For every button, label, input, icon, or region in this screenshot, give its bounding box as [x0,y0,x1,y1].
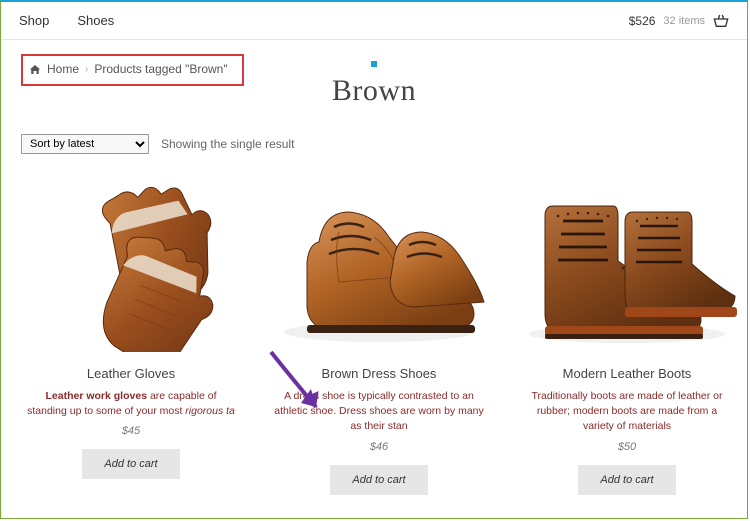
product-price: $50 [517,441,737,453]
title-accent-dot [371,61,377,67]
cart-item-count: 32 items [663,15,705,27]
add-to-cart-button[interactable]: Add to cart [578,465,675,495]
product-description: A dress shoe is typically contrasted to … [269,389,489,435]
product-image[interactable] [517,172,737,352]
nav-shop[interactable]: Shop [19,13,49,28]
product-title[interactable]: Modern Leather Boots [517,366,737,381]
product-price: $46 [269,441,489,453]
header-bar: Shop Shoes $526 32 items [1,2,747,40]
add-to-cart-button[interactable]: Add to cart [82,449,179,479]
product-title[interactable]: Brown Dress Shoes [269,366,489,381]
home-icon [29,64,41,75]
product-title[interactable]: Leather Gloves [21,366,241,381]
cart-summary[interactable]: $526 32 items [629,14,729,28]
breadcrumb-home[interactable]: Home [47,62,79,76]
breadcrumb-current: Products tagged "Brown" [94,62,227,76]
product-price: $45 [21,425,241,437]
product-description: Leather work gloves are capable of stand… [21,389,241,419]
product-image[interactable] [269,172,489,352]
cart-total: $526 [629,14,656,28]
product-image[interactable] [21,172,241,352]
product-grid: Leather Gloves Leather work gloves are c… [21,172,727,495]
result-count: Showing the single result [161,137,294,151]
breadcrumb-highlight: Home › Products tagged "Brown" [21,54,244,86]
product-card: Modern Leather Boots Traditionally boots… [517,172,737,495]
product-description: Traditionally boots are made of leather … [517,389,737,435]
basket-icon [713,14,729,28]
breadcrumb: Home › Products tagged "Brown" [29,62,228,76]
nav-shoes[interactable]: Shoes [77,13,114,28]
sort-dropdown[interactable]: Sort by latest [21,134,149,154]
main-nav: Shop Shoes [19,13,114,28]
breadcrumb-separator: › [85,64,88,75]
product-card: Brown Dress Shoes A dress shoe is typica… [269,172,489,495]
product-card: Leather Gloves Leather work gloves are c… [21,172,241,495]
product-toolbar: Sort by latest Showing the single result [21,134,727,154]
add-to-cart-button[interactable]: Add to cart [330,465,427,495]
